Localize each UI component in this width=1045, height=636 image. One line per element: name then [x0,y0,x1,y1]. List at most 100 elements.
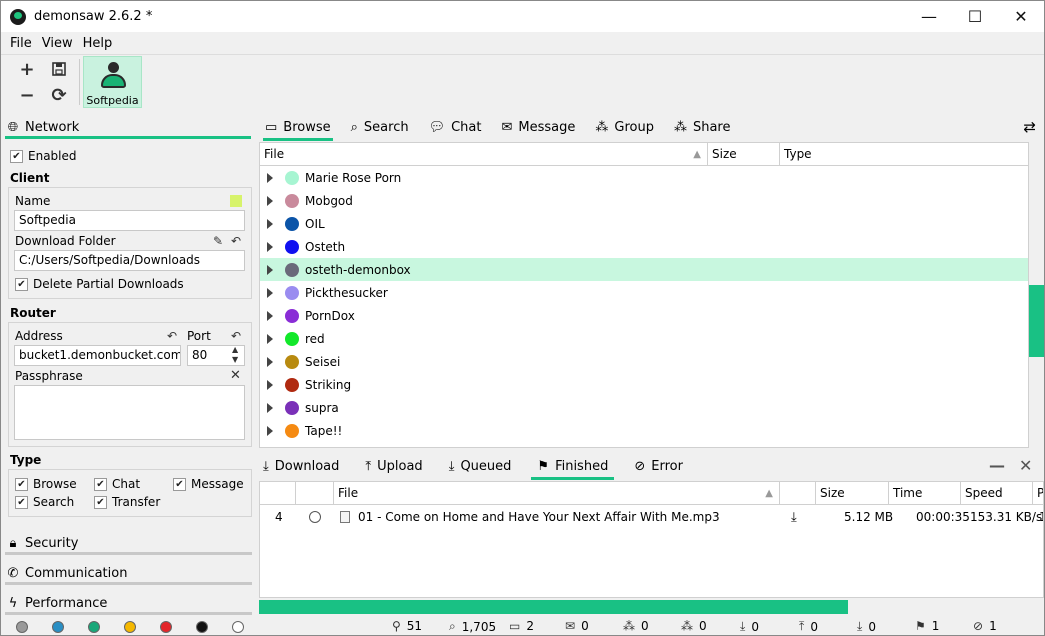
expand-arrow-icon[interactable] [267,195,273,206]
palette-dot[interactable] [16,621,28,633]
chat-checkbox[interactable]: ✔ Chat [94,477,140,491]
column-size[interactable]: Size [816,482,889,505]
clear-passphrase-icon[interactable]: ✕ [230,368,241,383]
maximize-button[interactable]: ☐ [952,1,998,32]
error-icon: ⊘ [973,619,984,633]
table-row[interactable]: OIL [260,212,1028,235]
column-index [260,482,296,505]
palette-dot[interactable] [160,621,172,633]
tab-group[interactable]: ⁂ Group [595,114,654,140]
clear-transfers-icon[interactable]: — [989,456,1005,475]
enabled-checkbox[interactable]: ✔ Enabled [10,149,77,163]
share-icon: ⁂ [673,119,687,135]
reset-folder-icon[interactable]: ↶ [231,234,241,248]
user-name: Pickthesucker [305,285,388,300]
expand-arrow-icon[interactable] [267,310,273,321]
edit-icon[interactable]: ✎ [213,234,223,248]
transfer-progress-bar [259,600,1044,614]
reset-port-icon[interactable]: ↶ [231,329,241,343]
column-extra[interactable]: P [1033,482,1043,505]
transfer-table: File ▲ Size Time Speed P 4 01 - Come on H… [259,481,1044,598]
refresh-browse-icon[interactable]: ⇄ [1023,118,1036,136]
expand-arrow-icon[interactable] [267,333,273,344]
message-checkbox[interactable]: ✔ Message [173,477,244,491]
tab-message[interactable]: ✉ Message [502,114,576,140]
column-file[interactable]: File ▲ [334,482,780,505]
user-name: Mobgod [305,193,353,208]
address-input[interactable]: bucket1.demonbucket.com [14,345,181,366]
download-folder-input[interactable]: C:/Users/Softpedia/Downloads [14,250,245,271]
color-palette [1,618,257,635]
tab-finished[interactable]: ⚑ Finished [531,453,615,480]
expand-arrow-icon[interactable] [267,287,273,298]
table-row[interactable]: supra [260,396,1028,419]
delete-partial-checkbox[interactable]: ✔ Delete Partial Downloads [15,277,184,291]
browse-checkbox[interactable]: ✔ Browse [15,477,77,491]
expand-arrow-icon[interactable] [267,264,273,275]
tab-chat[interactable]: 💬︎ Chat [429,114,482,140]
expand-arrow-icon[interactable] [267,241,273,252]
lock-icon: 🔒︎ [9,535,17,551]
column-time[interactable]: Time [889,482,961,505]
palette-dot[interactable] [124,621,136,633]
remove-transfers-icon[interactable]: ✕ [1019,456,1032,475]
browse-scrollbar[interactable] [1029,142,1044,448]
expand-arrow-icon[interactable] [267,172,273,183]
table-row[interactable]: red [260,327,1028,350]
name-label: Name [15,194,51,208]
user-color-dot [285,262,299,277]
address-label: Address [15,329,63,343]
tab-search[interactable]: ⌕ Search [351,114,409,140]
palette-dot[interactable] [232,621,244,633]
table-row[interactable]: 4 01 - Come on Home and Have Your Next A… [260,506,1043,528]
status-circle-icon[interactable] [309,511,321,523]
tab-download[interactable]: ⤓ Download [259,453,339,479]
expand-arrow-icon[interactable] [267,425,273,436]
table-row[interactable]: PornDox [260,304,1028,327]
table-row[interactable]: Marie Rose Porn [260,166,1028,189]
table-row[interactable]: Mobgod [260,189,1028,212]
tab-share[interactable]: ⁂ Share [674,114,731,140]
table-row[interactable]: Striking [260,373,1028,396]
section-divider [5,612,252,615]
port-stepper-icon[interactable]: ▲ ▼ [232,345,238,365]
expand-arrow-icon[interactable] [267,402,273,413]
search-checkbox[interactable]: ✔ Search [15,495,74,509]
type-group-title: Type [10,453,42,467]
close-button[interactable]: ✕ [998,1,1044,32]
group-icon: ⁂ [623,619,635,633]
queued-icon: ⤓ [857,619,863,633]
user-name: PornDox [305,308,355,323]
user-name: supra [305,400,339,415]
name-input[interactable]: Softpedia [14,210,245,231]
table-row[interactable]: Pickthesucker [260,281,1028,304]
expand-arrow-icon[interactable] [267,218,273,229]
column-speed[interactable]: Speed [961,482,1033,505]
reset-address-icon[interactable]: ↶ [167,329,177,343]
tab-upload[interactable]: ⤒ Upload [361,453,422,479]
table-row[interactable]: Tape!! [260,419,1028,442]
table-row[interactable]: Osteth [260,235,1028,258]
expand-arrow-icon[interactable] [267,379,273,390]
passphrase-input[interactable] [14,385,245,440]
palette-dot[interactable] [88,621,100,633]
table-row[interactable]: Seisei [260,350,1028,373]
column-type[interactable]: Type [780,143,1028,166]
search-icon: ⌕ [350,119,358,135]
minimize-button[interactable]: — [906,1,952,32]
scrollbar-thumb[interactable] [1029,285,1044,357]
tab-error[interactable]: ⊘ Error [630,453,683,479]
share-icon: ⁂ [681,619,693,633]
column-file[interactable]: File ▲ [260,143,708,166]
tab-queued[interactable]: ⤓ Queued [445,453,512,479]
column-size[interactable]: Size [708,143,780,166]
name-color-swatch[interactable] [230,195,242,207]
globe-icon: 🌐︎ [7,119,19,135]
transfer-checkbox[interactable]: ✔ Transfer [94,495,160,509]
palette-dot[interactable] [52,621,64,633]
expand-arrow-icon[interactable] [267,356,273,367]
tab-browse[interactable]: ▭ Browse [263,114,333,141]
palette-dot[interactable] [196,621,208,633]
table-row[interactable]: osteth-demonbox [260,258,1028,281]
download-action-icon[interactable]: ⤓ [791,510,797,525]
